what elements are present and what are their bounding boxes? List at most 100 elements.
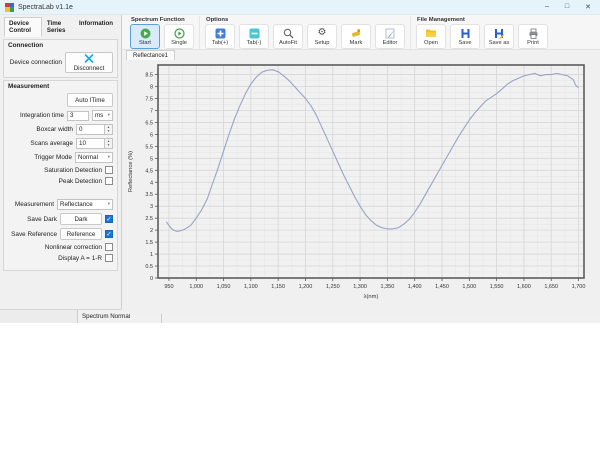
tab-minus-button[interactable]: Tab(-) xyxy=(239,24,269,49)
svg-text:1,450: 1,450 xyxy=(435,284,449,290)
integration-time-unit-value: ms xyxy=(95,112,103,119)
svg-text:2.5: 2.5 xyxy=(145,216,153,222)
svg-text:1,400: 1,400 xyxy=(408,284,422,290)
tab-minus-icon xyxy=(249,28,260,39)
marker-icon xyxy=(350,28,362,39)
svg-text:1,200: 1,200 xyxy=(299,284,313,290)
save-reference-checkbox[interactable]: ✓ xyxy=(105,230,113,238)
svg-text:λ(nm): λ(nm) xyxy=(364,294,379,300)
spinner-arrows-icon[interactable]: ▴▾ xyxy=(104,138,113,149)
svg-text:0: 0 xyxy=(150,276,153,282)
print-button-label: Print xyxy=(527,40,539,46)
open-button[interactable]: Open xyxy=(416,24,446,49)
svg-text:7: 7 xyxy=(150,108,153,114)
svg-text:950: 950 xyxy=(164,284,173,290)
integration-time-unit-select[interactable]: ms ▾ xyxy=(92,110,113,121)
svg-text:1,250: 1,250 xyxy=(326,284,340,290)
toolbar-group-spectrum-function: Spectrum Function Start xyxy=(125,16,200,49)
auto-itime-button[interactable]: Auto ITime xyxy=(67,93,113,107)
disconnect-button-label: Disconnect xyxy=(74,65,105,72)
setup-button[interactable]: ⚙ Setup xyxy=(307,24,337,49)
saturation-detection-checkbox[interactable] xyxy=(105,166,113,174)
chevron-down-icon: ▾ xyxy=(108,155,110,160)
svg-text:6.5: 6.5 xyxy=(145,120,153,126)
nonlinear-correction-label: Nonlinear correction xyxy=(45,244,102,251)
print-button[interactable]: Print xyxy=(518,24,548,49)
toolbar-group-options: Options Tab(+) xyxy=(200,16,411,49)
disconnect-button[interactable]: Disconnect xyxy=(65,52,113,73)
peak-detection-checkbox[interactable] xyxy=(105,177,113,185)
file-management-group-label: File Management xyxy=(417,17,548,23)
save-button[interactable]: Save xyxy=(450,24,480,49)
svg-text:4: 4 xyxy=(150,180,153,186)
svg-text:5.5: 5.5 xyxy=(145,144,153,150)
toolbar-group-file-management: File Management Open xyxy=(411,16,553,49)
measurement-mode-label: Measurement xyxy=(15,201,54,208)
connection-group-label: Connection xyxy=(8,42,113,49)
integration-time-input[interactable]: 3 xyxy=(67,111,89,121)
display-a-label: Display A = 1-R xyxy=(58,255,102,262)
boxcar-width-value: 0 xyxy=(76,124,104,135)
window-title: SpectraLab v1.1e xyxy=(18,4,73,11)
svg-text:4.5: 4.5 xyxy=(145,168,153,174)
svg-text:2: 2 xyxy=(150,228,153,234)
tab-information[interactable]: Information xyxy=(74,17,118,37)
minimize-button[interactable]: – xyxy=(545,3,549,11)
single-button[interactable]: Single xyxy=(164,24,194,49)
chart-region: 9501,0001,0501,1001,1501,2001,2501,3001,… xyxy=(122,60,600,314)
start-button[interactable]: Start xyxy=(130,24,160,49)
editor-button-label: Editor xyxy=(383,40,398,46)
mark-button[interactable]: Mark xyxy=(341,24,371,49)
tab-minus-button-label: Tab(-) xyxy=(247,40,262,46)
spectrum-function-group-label: Spectrum Function xyxy=(131,17,194,23)
save-as-button[interactable]: Save as xyxy=(484,24,514,49)
document-tab-strip: Reflectance1 xyxy=(122,50,600,60)
editor-button[interactable]: Editor xyxy=(375,24,405,49)
svg-text:1,300: 1,300 xyxy=(353,284,367,290)
spinner-arrows-icon[interactable]: ▴▾ xyxy=(104,124,113,135)
svg-text:7.5: 7.5 xyxy=(145,97,153,103)
tab-time-series[interactable]: Time Series xyxy=(42,17,74,37)
tab-plus-button[interactable]: Tab(+) xyxy=(205,24,235,49)
peak-detection-label: Peak Detection xyxy=(59,178,102,185)
trigger-mode-value: Normal xyxy=(78,154,98,161)
svg-text:1,500: 1,500 xyxy=(462,284,476,290)
svg-text:1: 1 xyxy=(150,252,153,258)
measurement-group-label: Measurement xyxy=(8,83,113,90)
svg-text:1,150: 1,150 xyxy=(271,284,285,290)
maximize-button[interactable]: □ xyxy=(565,3,569,11)
scans-average-stepper[interactable]: 10 ▴▾ xyxy=(76,138,113,149)
svg-text:1.5: 1.5 xyxy=(145,240,153,246)
display-a-checkbox[interactable] xyxy=(105,254,113,262)
svg-text:Reflectance (%): Reflectance (%) xyxy=(128,151,134,192)
svg-text:8.5: 8.5 xyxy=(145,73,153,79)
panel-tabs: Device Control Time Series Information xyxy=(4,17,118,37)
nonlinear-correction-checkbox[interactable] xyxy=(105,243,113,251)
spectrum-chart[interactable]: 9501,0001,0501,1001,1501,2001,2501,3001,… xyxy=(122,60,599,309)
single-icon xyxy=(174,28,185,39)
scans-average-value: 10 xyxy=(76,138,104,149)
svg-text:0.5: 0.5 xyxy=(145,264,153,270)
mark-button-label: Mark xyxy=(350,40,363,46)
chevron-down-icon: ▾ xyxy=(108,113,110,118)
autofit-button[interactable]: AutoFit xyxy=(273,24,303,49)
trigger-mode-select[interactable]: Normal ▾ xyxy=(75,152,113,163)
boxcar-width-stepper[interactable]: 0 ▴▾ xyxy=(76,124,113,135)
editor-icon xyxy=(385,28,396,39)
save-button-label: Save xyxy=(459,40,472,46)
tab-plus-icon xyxy=(215,28,226,39)
measurement-mode-select[interactable]: Reflectance ▾ xyxy=(57,199,113,210)
save-dark-checkbox[interactable]: ✓ xyxy=(105,215,113,223)
tab-reflectance1[interactable]: Reflectance1 xyxy=(126,50,175,60)
open-button-label: Open xyxy=(424,40,438,46)
dark-button[interactable]: Dark xyxy=(60,213,102,225)
screen: SpectraLab v1.1e – □ ✕ Device Control Ti… xyxy=(0,0,600,450)
tab-device-control[interactable]: Device Control xyxy=(4,17,42,37)
folder-open-icon xyxy=(425,28,437,39)
svg-text:1,350: 1,350 xyxy=(381,284,395,290)
single-button-label: Single xyxy=(171,40,187,46)
tab-plus-button-label: Tab(+) xyxy=(212,40,228,46)
close-button[interactable]: ✕ xyxy=(585,3,591,11)
save-icon xyxy=(460,28,471,39)
reference-button[interactable]: Reference xyxy=(60,228,102,240)
